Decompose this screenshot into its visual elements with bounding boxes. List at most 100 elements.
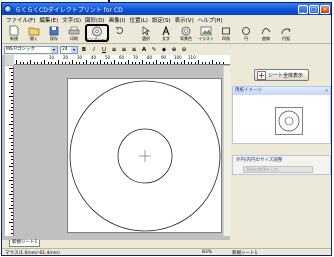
ruler-tick xyxy=(26,62,28,64)
line-color-icon[interactable]: ✎ xyxy=(150,46,158,54)
ruler-tick xyxy=(11,176,13,178)
ruler-tick xyxy=(9,208,13,209)
underline-button[interactable]: U xyxy=(100,46,108,54)
background-button[interactable]: 背景色 xyxy=(176,25,196,43)
curve-button[interactable]: 曲線 xyxy=(256,25,276,43)
paper-image-header[interactable]: 用紙イメージ « xyxy=(233,87,330,95)
ruler-tick xyxy=(11,159,13,160)
font-select[interactable]: MS Pゴシック ▾ xyxy=(4,45,58,54)
text-button[interactable]: 文字 xyxy=(156,25,176,43)
ruler-tick xyxy=(135,62,136,64)
circle-size-header[interactable]: 外円/内円のサイズ調整 xyxy=(233,156,330,166)
print-button[interactable]: 印刷 xyxy=(64,25,84,43)
ruler-tick xyxy=(138,62,140,64)
menu-settings[interactable]: 設定(S) xyxy=(150,16,173,24)
minimize-button[interactable]: _ xyxy=(298,4,308,14)
main-toolbar: 新規 開く 保存 印刷 テンプレート 選択 文字 背景色 イラスト 四角 円 曲… xyxy=(2,24,331,44)
bold-button[interactable]: B xyxy=(80,46,88,54)
menu-text[interactable]: 文字(S) xyxy=(60,16,83,24)
ruler-number: 70 xyxy=(133,55,139,60)
ruler-tick xyxy=(11,120,13,122)
fill-color-icon[interactable]: ◆ xyxy=(160,46,168,54)
circle-button[interactable]: 円 xyxy=(236,25,256,43)
font-size-select[interactable]: 24 ▾ xyxy=(60,45,78,54)
menu-shape[interactable]: 図形(D) xyxy=(83,16,107,24)
curve-icon xyxy=(259,25,273,36)
circle-size-input[interactable]: 直径の数値を入力 xyxy=(243,166,313,173)
menu-position[interactable]: 位置(L) xyxy=(128,16,150,24)
ruler-tick xyxy=(121,62,122,64)
arc-button[interactable]: 円弧 xyxy=(276,25,296,43)
ruler-tick xyxy=(9,152,13,153)
menu-bar: ファイル(F) 編集(E) 文字(S) 図形(D) 画像(I) 位置(L) 設定… xyxy=(2,15,331,25)
ruler-tick xyxy=(11,215,13,216)
status-bar: マウス(1.0mm/-61.4mm) 83% 新規シート1 xyxy=(2,248,331,256)
pointer-icon xyxy=(139,25,153,36)
ruler-number: 10 xyxy=(49,55,55,60)
menu-image[interactable]: 画像(I) xyxy=(107,16,128,24)
ruler-tick xyxy=(103,62,105,64)
cd-label-canvas[interactable] xyxy=(67,78,222,233)
ruler-tick xyxy=(117,62,119,64)
ruler-left xyxy=(5,66,14,236)
cd-template-icon xyxy=(90,26,104,37)
align-center-icon[interactable]: ≡ xyxy=(120,46,128,54)
ruler-tick xyxy=(194,62,196,64)
chevron-down-icon: ▾ xyxy=(51,46,57,53)
ruler-tick xyxy=(11,131,13,132)
maximize-button[interactable]: □ xyxy=(309,4,319,14)
italic-button[interactable]: I xyxy=(90,46,98,54)
ruler-tick xyxy=(23,62,24,64)
ruler-number: 100 xyxy=(174,55,182,60)
sheet-tab[interactable]: 新規シート1 xyxy=(9,240,41,247)
ruler-tick xyxy=(9,166,13,167)
rectangle-button[interactable]: 四角 xyxy=(216,25,236,43)
ruler-tick xyxy=(159,62,161,64)
ruler-tick xyxy=(180,62,182,64)
status-zoom: 83% xyxy=(202,250,213,255)
ruler-tick xyxy=(11,106,13,108)
ruler-tick xyxy=(149,62,150,64)
ruler-tick xyxy=(145,62,147,64)
ruler-number: 20 xyxy=(63,55,69,60)
menu-edit[interactable]: 編集(E) xyxy=(37,16,60,24)
align-right-icon[interactable]: ≡ xyxy=(130,46,138,54)
open-button[interactable]: 開く xyxy=(24,25,44,43)
template-button[interactable]: テンプレート xyxy=(85,24,109,42)
ruler-number: 110 xyxy=(188,55,196,60)
menu-view[interactable]: 表示(V) xyxy=(173,16,196,24)
ruler-tick xyxy=(128,60,129,64)
menu-help[interactable]: ヘルプ(H) xyxy=(196,16,225,24)
rotate-button[interactable] xyxy=(110,25,130,43)
save-button[interactable]: 保存 xyxy=(44,25,64,43)
zoom-in-icon[interactable]: ⊕ xyxy=(170,46,178,54)
circle-icon xyxy=(239,25,253,36)
new-button[interactable]: 新規 xyxy=(4,25,24,43)
menu-file[interactable]: ファイル(F) xyxy=(4,16,37,24)
ruler-tick xyxy=(201,62,203,64)
ruler-number: 60 xyxy=(119,55,125,60)
ruler-tick xyxy=(11,89,13,90)
ruler-tick xyxy=(82,62,84,64)
print-icon xyxy=(67,25,81,36)
chevron-down-icon: ▾ xyxy=(71,46,77,53)
ruler-tick xyxy=(11,204,13,206)
ruler-tick xyxy=(156,60,157,64)
ruler-tick xyxy=(100,60,101,64)
vertical-scrollbar[interactable] xyxy=(223,66,230,236)
text-color-icon[interactable]: A xyxy=(140,46,148,54)
ruler-tick xyxy=(163,62,164,64)
collapse-icon[interactable]: « xyxy=(325,87,328,95)
ruler-tick xyxy=(9,82,13,83)
ruler-tick xyxy=(9,68,13,69)
illustration-button[interactable]: イラスト xyxy=(196,25,216,43)
zoom-out-icon[interactable]: ⊖ xyxy=(180,46,188,54)
format-bar: MS Pゴシック ▾ 24 ▾ B I U ≡ ≡ ≡ A ✎ ◆ ⊕ ⊖ xyxy=(2,45,331,54)
ruler-tick xyxy=(9,222,13,223)
close-button[interactable]: × xyxy=(320,4,330,14)
show-whole-sheet-button[interactable]: シート全体表示 xyxy=(254,69,309,81)
ruler-tick xyxy=(11,85,13,87)
select-button[interactable]: 選択 xyxy=(136,25,156,43)
new-doc-icon xyxy=(7,25,21,36)
align-left-icon[interactable]: ≡ xyxy=(110,46,118,54)
